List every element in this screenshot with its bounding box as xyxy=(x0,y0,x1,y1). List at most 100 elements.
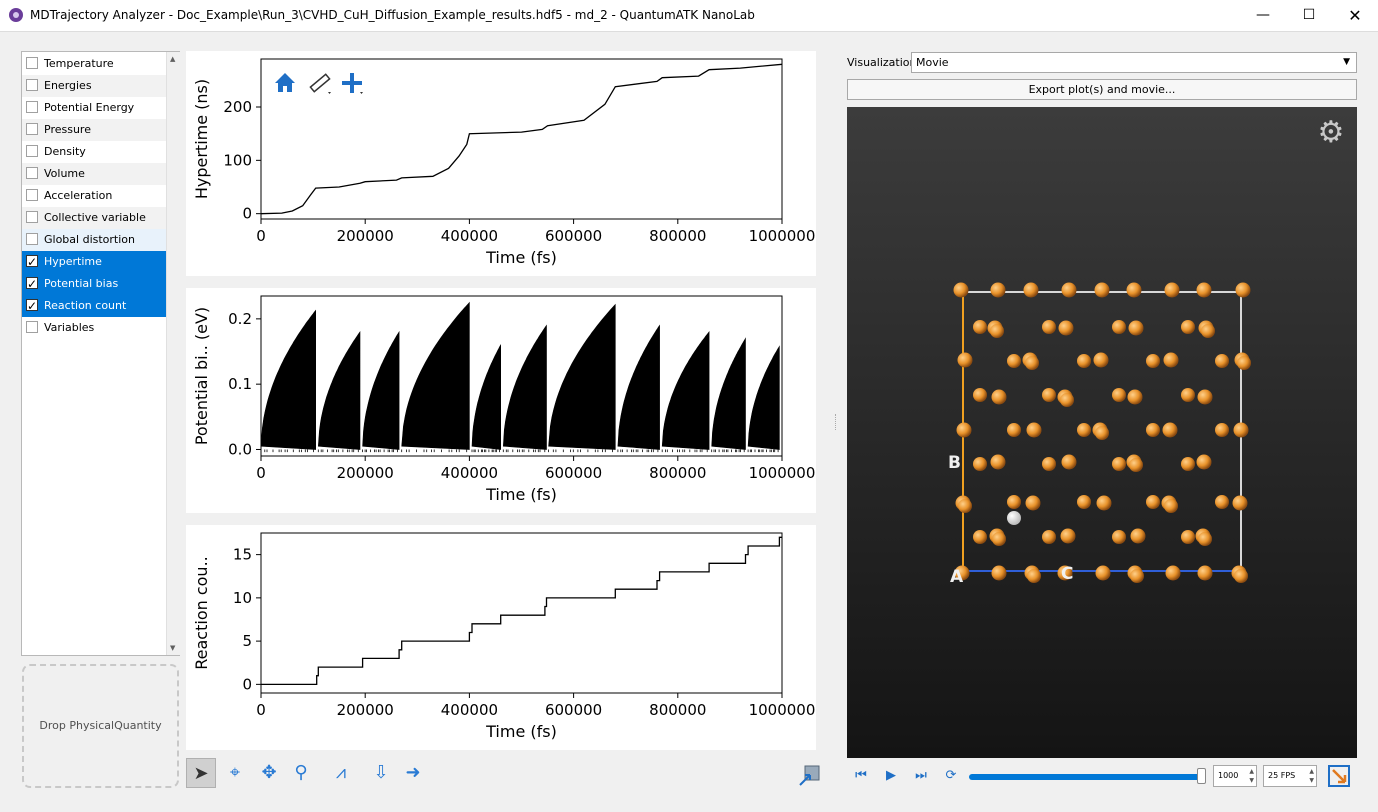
cu-atom xyxy=(1197,565,1213,581)
property-item[interactable]: Energies xyxy=(22,75,166,97)
cu-atom xyxy=(1128,320,1144,336)
x-tick-label: 800000 xyxy=(649,464,706,482)
property-item[interactable]: Collective variable xyxy=(22,207,166,229)
spin-down-icon[interactable]: ▼ xyxy=(1249,776,1254,785)
property-item[interactable]: Density xyxy=(22,141,166,163)
x-tick-label: 0 xyxy=(256,701,266,719)
structure-viewport[interactable]: ⚙ ABC xyxy=(847,107,1357,758)
property-list-scrollbar[interactable]: ▲ ▼ xyxy=(166,52,180,655)
last-frame-button[interactable]: ⏭ xyxy=(910,765,932,787)
maximize-button[interactable]: ☐ xyxy=(1286,0,1332,31)
minimize-button[interactable]: — xyxy=(1240,0,1286,31)
drop-physical-quantity-zone[interactable]: Drop PhysicalQuantity xyxy=(22,664,179,788)
cu-atom xyxy=(973,457,987,471)
frame-spinbox[interactable]: 1000 ▲ ▼ xyxy=(1213,765,1257,787)
property-checkbox[interactable] xyxy=(26,233,38,245)
potential-bias-chart: 0 200000 400000 600000 800000 1000000 0.0 0.1 0.… xyxy=(192,295,815,504)
property-item[interactable]: Temperature xyxy=(22,53,166,75)
fps-spinbox[interactable]: 25 FPS ▲ ▼ xyxy=(1263,765,1317,787)
axis-label-b: B xyxy=(948,453,961,473)
property-checkbox[interactable] xyxy=(26,79,38,91)
cu-atom xyxy=(1181,530,1195,544)
visualization-select[interactable]: Movie ▼ xyxy=(911,52,1357,73)
property-checkbox[interactable] xyxy=(26,251,38,273)
y-tick-label: 15 xyxy=(233,546,252,564)
cu-atom xyxy=(1130,569,1144,583)
cu-atom xyxy=(1129,458,1143,472)
property-checkbox[interactable] xyxy=(26,211,38,223)
property-item[interactable]: Volume xyxy=(22,163,166,185)
potential-bias-plot[interactable]: 0 200000 400000 600000 800000 1000000 0.0 0.1 0.… xyxy=(186,288,816,513)
spin-down-icon[interactable]: ▼ xyxy=(1309,776,1314,785)
property-checkbox[interactable] xyxy=(26,167,38,179)
spin-up-icon[interactable]: ▲ xyxy=(1249,767,1254,776)
plus-icon[interactable] xyxy=(342,73,363,94)
y-tick-label: 10 xyxy=(233,589,252,607)
zoom-tool-icon[interactable]: ⚲ xyxy=(286,758,316,788)
property-item[interactable]: Potential Energy xyxy=(22,97,166,119)
cu-atom xyxy=(1042,320,1056,334)
frame-slider-handle[interactable] xyxy=(1197,768,1206,784)
property-checkbox[interactable] xyxy=(26,57,38,69)
property-checkbox[interactable] xyxy=(26,145,38,157)
pan-tool-icon[interactable]: ✥ xyxy=(254,758,284,788)
property-item[interactable]: Global distortion xyxy=(22,229,166,251)
peak-tool-icon[interactable]: ⩘ xyxy=(326,758,356,788)
spin-up-icon[interactable]: ▲ xyxy=(1309,767,1314,776)
scroll-down-icon[interactable]: ▼ xyxy=(170,644,175,652)
cu-atom xyxy=(1181,388,1195,402)
x-tick-label: 200000 xyxy=(337,701,394,719)
play-button[interactable]: ▶ xyxy=(880,765,902,787)
property-item[interactable]: Potential bias xyxy=(22,273,166,295)
export-data-icon[interactable]: ⇩ xyxy=(366,758,396,788)
property-checkbox[interactable] xyxy=(26,321,38,333)
cu-atom xyxy=(1165,565,1181,581)
first-frame-button[interactable]: ⏮ xyxy=(850,765,872,787)
property-item[interactable]: Reaction count xyxy=(22,295,166,317)
visualization-selected: Movie xyxy=(916,56,949,69)
property-checkbox[interactable] xyxy=(26,273,38,295)
x-tick-label: 1000000 xyxy=(749,227,816,245)
x-tick-label: 600000 xyxy=(545,701,602,719)
property-label: Reaction count xyxy=(44,299,127,312)
y-tick-label: 0.1 xyxy=(228,375,252,393)
cu-atom xyxy=(990,282,1006,298)
pointer-tool-icon[interactable]: ➤ xyxy=(186,758,216,788)
close-button[interactable]: ✕ xyxy=(1332,0,1378,31)
property-label: Collective variable xyxy=(44,211,146,224)
forward-arrow-icon[interactable]: ➜ xyxy=(398,758,428,788)
cu-atom xyxy=(1215,354,1229,368)
cu-atom xyxy=(973,388,987,402)
x-tick-label: 800000 xyxy=(649,227,706,245)
cu-atom xyxy=(1094,282,1110,298)
property-checkbox[interactable] xyxy=(26,101,38,113)
scroll-up-icon[interactable]: ▲ xyxy=(170,55,175,63)
property-item[interactable]: Hypertime xyxy=(22,251,166,273)
property-item[interactable]: Acceleration xyxy=(22,185,166,207)
loop-button[interactable]: ⟳ xyxy=(940,765,962,787)
y-axis-label: Potential bi.. (eV) xyxy=(192,307,211,445)
cu-atom xyxy=(1127,389,1143,405)
cu-atom xyxy=(1093,352,1109,368)
cu-atom xyxy=(1181,457,1195,471)
cu-atom xyxy=(1232,495,1248,511)
expand-viewer-icon[interactable] xyxy=(1327,764,1351,788)
crosshair-tool-icon[interactable]: ⌖ xyxy=(220,758,250,788)
home-icon[interactable] xyxy=(275,73,295,92)
property-item[interactable]: Pressure xyxy=(22,119,166,141)
frame-slider-track[interactable] xyxy=(969,774,1201,780)
ruler-icon[interactable] xyxy=(309,73,331,94)
property-checkbox[interactable] xyxy=(26,123,38,135)
y-tick-label: 0 xyxy=(242,205,252,223)
fps-value: 25 FPS xyxy=(1268,771,1296,780)
property-item[interactable]: Variables xyxy=(22,317,166,339)
property-checkbox[interactable] xyxy=(26,295,38,317)
property-label: Potential Energy xyxy=(44,101,135,114)
detach-plot-icon[interactable] xyxy=(797,764,821,788)
export-plots-movie-button[interactable]: Export plot(s) and movie... xyxy=(847,79,1357,100)
panel-splitter[interactable] xyxy=(835,414,838,430)
visualization-label: Visualization xyxy=(847,56,917,69)
reaction-count-plot[interactable]: 0 200000 400000 600000 800000 1000000 0 5 10 15 Ti… xyxy=(186,525,816,750)
property-checkbox[interactable] xyxy=(26,189,38,201)
cu-atom xyxy=(1112,457,1126,471)
